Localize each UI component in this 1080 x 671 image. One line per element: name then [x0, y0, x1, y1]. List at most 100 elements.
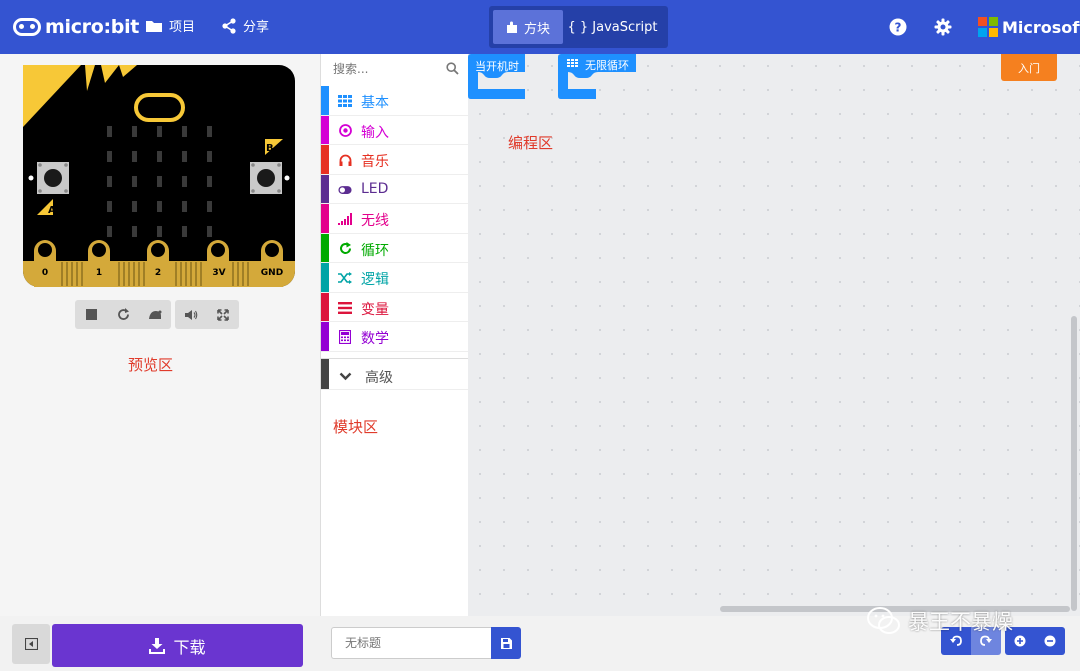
category-advanced[interactable]: 高级: [321, 358, 469, 390]
headphones-icon: [338, 153, 352, 167]
project-name-input[interactable]: [331, 627, 491, 659]
shuffle-icon: [338, 271, 352, 285]
javascript-tab[interactable]: { } JavaScript: [563, 10, 662, 44]
category-variables[interactable]: 变量: [321, 292, 469, 322]
pin-3v[interactable]: 3V: [207, 240, 229, 287]
refresh-icon: [338, 242, 352, 256]
calculator-icon: [338, 330, 352, 344]
save-button[interactable]: [491, 627, 521, 659]
microsoft-text: Microsoft: [1002, 17, 1080, 37]
pin-gnd[interactable]: GND: [261, 240, 283, 287]
simulator-panel: A B 0 1 2 3V GND 预览区: [0, 54, 320, 616]
zoom-out-icon: [1044, 635, 1056, 647]
download-icon: [149, 637, 166, 654]
category-basic[interactable]: 基本: [321, 86, 469, 116]
grid-icon: [338, 94, 352, 108]
pin-1[interactable]: 1: [88, 240, 110, 287]
sim-view-group: [175, 300, 239, 329]
help-icon[interactable]: ?: [888, 17, 908, 37]
code-workspace[interactable]: 当开机时 无限循环 入门 编程区: [468, 54, 1080, 616]
list-icon: [338, 301, 352, 315]
category-loops[interactable]: 循环: [321, 233, 469, 263]
search-input[interactable]: [333, 62, 438, 76]
redo-icon: [980, 635, 992, 646]
svg-text:GND: GND: [261, 268, 283, 278]
microbit-logo[interactable]: micro:bit: [13, 12, 139, 42]
category-label: 数学: [361, 331, 389, 347]
microsoft-logo[interactable]: Microsoft: [978, 17, 1080, 37]
share-button[interactable]: 分享: [221, 16, 269, 35]
download-button[interactable]: 下载: [52, 624, 303, 667]
preview-area-label: 预览区: [128, 356, 174, 374]
wechat-watermark: 暴王不暴燥: [866, 606, 1013, 636]
projects-button[interactable]: 项目: [145, 16, 195, 35]
category-music[interactable]: 音乐: [321, 145, 469, 175]
category-math[interactable]: 数学: [321, 322, 469, 352]
puzzle-icon: [506, 21, 517, 33]
collapse-simulator-button[interactable]: [12, 624, 50, 664]
blocks-tab-label: 方块: [523, 21, 550, 37]
on-start-block[interactable]: 当开机时: [468, 54, 528, 104]
svg-text:3V: 3V: [212, 268, 225, 278]
category-logic[interactable]: 逻辑: [321, 263, 469, 293]
fullscreen-icon[interactable]: [207, 300, 239, 329]
zoom-in-icon: [1014, 635, 1026, 647]
signal-icon: [338, 212, 352, 226]
advanced-label: 高级: [365, 370, 393, 386]
category-color-bar: [321, 115, 329, 144]
svg-text:?: ?: [895, 21, 902, 35]
folder-icon: [146, 20, 162, 32]
category-color-bar: [321, 174, 329, 203]
zoom-group: [1005, 627, 1065, 655]
category-list: 基本 输入 音乐 LED 无线 循环 逻辑 变量 数学: [321, 86, 469, 352]
editor-toggle: 方块 { } JavaScript: [489, 6, 668, 48]
chevron-down-icon: [338, 369, 352, 383]
share-icon: [222, 17, 236, 34]
undo-icon: [950, 635, 962, 646]
category-color-bar: [321, 204, 329, 233]
zoom-out-button[interactable]: [1035, 627, 1065, 655]
svg-text:A: A: [48, 205, 56, 216]
sim-control-group: [75, 300, 171, 329]
slowmo-icon[interactable]: [139, 300, 171, 329]
category-color-bar: [321, 322, 329, 351]
simulator-toolbar: [75, 300, 243, 329]
microbit-board[interactable]: A B 0 1 2 3V GND: [23, 65, 295, 287]
blocks-tab[interactable]: 方块: [493, 10, 563, 44]
category-label: 基本: [361, 95, 389, 111]
blocks-area-label: 模块区: [333, 418, 379, 436]
pin-2[interactable]: 2: [147, 240, 169, 287]
microsoft-squares-icon: [978, 17, 998, 37]
share-label: 分享: [243, 20, 270, 35]
category-led[interactable]: LED: [321, 174, 469, 204]
category-label: 逻辑: [361, 272, 389, 288]
search-icon[interactable]: [446, 62, 459, 75]
category-color-bar: [321, 233, 329, 262]
vertical-scrollbar[interactable]: [1071, 316, 1077, 611]
target-icon: [338, 124, 352, 138]
toolbox: 基本 输入 音乐 LED 无线 循环 逻: [320, 54, 469, 616]
category-radio[interactable]: 无线: [321, 204, 469, 234]
category-label: LED: [361, 180, 389, 197]
gear-icon[interactable]: [933, 17, 953, 37]
category-label: 无线: [361, 213, 389, 229]
download-label: 下载: [173, 637, 206, 657]
svg-text:1: 1: [96, 268, 102, 278]
pin-0[interactable]: 0: [34, 240, 56, 287]
mute-icon[interactable]: [175, 300, 207, 329]
category-color-bar: [321, 86, 329, 115]
forever-block[interactable]: 无限循环: [558, 54, 636, 104]
category-label: 输入: [361, 124, 389, 141]
category-color-bar: [321, 263, 329, 292]
svg-text:B: B: [266, 143, 274, 154]
search-box: [321, 54, 469, 84]
category-input[interactable]: 输入: [321, 115, 469, 145]
wechat-icon: [867, 607, 900, 634]
category-color-bar: [321, 292, 329, 321]
collapse-icon: [24, 638, 38, 650]
get-started-button[interactable]: 入门: [1001, 54, 1057, 81]
restart-icon[interactable]: [107, 300, 139, 329]
javascript-tab-label: { } JavaScript: [567, 19, 658, 35]
svg-text:2: 2: [155, 268, 161, 278]
stop-icon[interactable]: [75, 300, 107, 329]
